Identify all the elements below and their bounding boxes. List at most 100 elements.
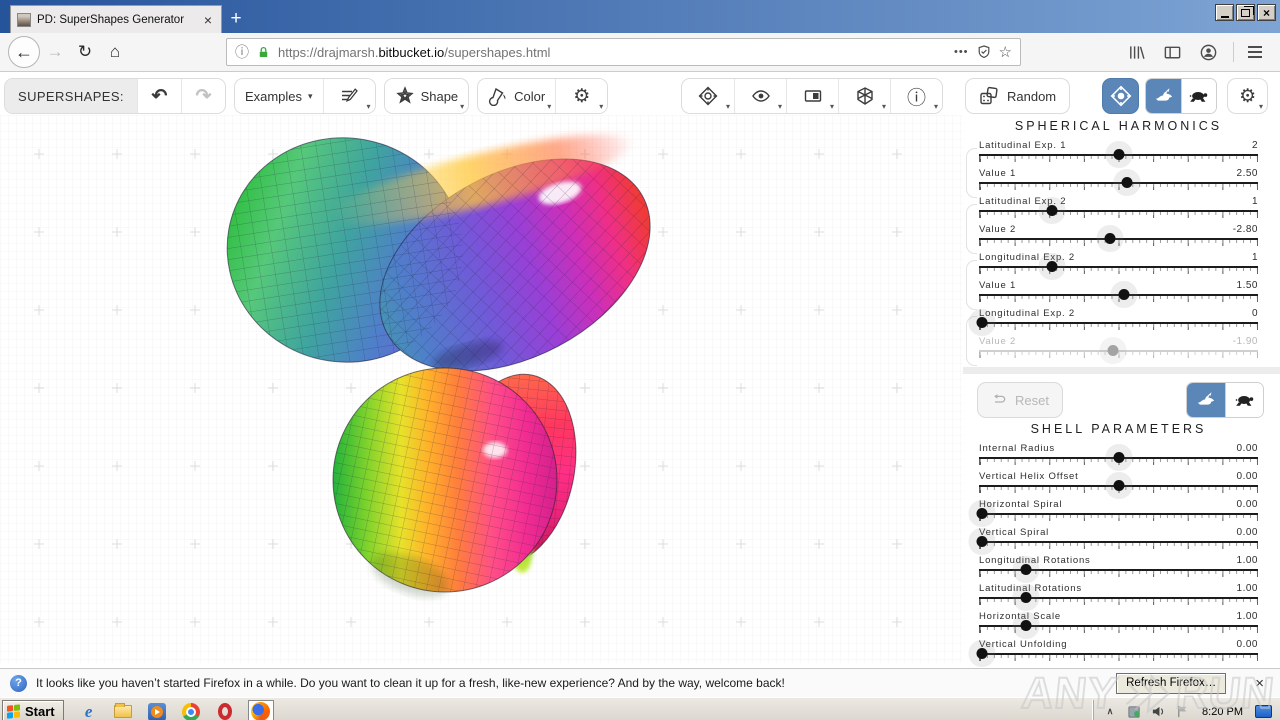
panel-settings-dropdown[interactable]: ⚙ ▾ [1227, 78, 1268, 114]
random-button[interactable]: Random [965, 78, 1071, 114]
shell-fast-rabbit-toggle[interactable] [1187, 383, 1225, 417]
slider-handle[interactable] [1113, 452, 1124, 463]
account-icon[interactable] [1197, 41, 1219, 63]
slider-track[interactable] [979, 261, 1258, 274]
bookmark-star-icon[interactable]: ☆ [999, 43, 1012, 61]
auto-rotate-toggle[interactable] [1102, 78, 1140, 114]
slider-handle[interactable] [1020, 592, 1032, 603]
slider-handle[interactable] [976, 317, 988, 328]
color-settings-dropdown[interactable]: ⚙ ▾ [555, 79, 608, 113]
slider-handle[interactable] [976, 536, 988, 547]
slider-row[interactable]: Value 2 -1.90 [979, 334, 1258, 362]
slider-row[interactable]: Latitudinal Exp. 1 2 [966, 138, 1258, 198]
taskbar-clock[interactable]: 8:20 PM [1198, 706, 1247, 718]
slider-handle[interactable] [1121, 177, 1133, 188]
forward-button[interactable]: → [40, 37, 70, 67]
restore-button[interactable] [1236, 4, 1255, 21]
visibility-dropdown[interactable]: ▾ [734, 79, 786, 113]
fast-rabbit-toggle[interactable] [1146, 79, 1182, 113]
slider-row[interactable]: Latitudinal Rotations 1.00 [979, 581, 1258, 609]
slider-row[interactable]: Value 1 1.50 [979, 278, 1258, 306]
slider-handle[interactable] [976, 508, 988, 519]
slider-handle[interactable] [1020, 620, 1032, 631]
slider-track[interactable] [979, 592, 1258, 605]
url-bar[interactable]: ⓘ https://drajmarsh.bitbucket.io/supersh… [226, 38, 1021, 66]
slider-track[interactable] [976, 536, 1258, 549]
slider-track[interactable] [979, 205, 1258, 218]
slider-track[interactable] [979, 564, 1258, 577]
reload-button[interactable]: ↻ [70, 37, 100, 67]
menu-hamburger-icon[interactable] [1248, 46, 1262, 58]
slider-row[interactable]: Value 1 2.50 [979, 166, 1258, 194]
home-button[interactable]: ⌂ [100, 37, 130, 67]
browser-tab[interactable]: PD: SuperShapes Generator × [10, 5, 222, 33]
slider-row[interactable]: Vertical Helix Offset 0.00 [979, 469, 1258, 497]
supershape-canvas[interactable] [0, 115, 963, 668]
minimize-button[interactable] [1215, 4, 1234, 21]
opera-icon[interactable] [214, 701, 236, 720]
slider-handle[interactable] [1113, 480, 1124, 491]
tray-flag-icon[interactable] [1174, 704, 1190, 720]
slider-handle[interactable] [1046, 261, 1058, 272]
slider-track[interactable] [979, 345, 1258, 358]
slider-track[interactable] [979, 289, 1258, 302]
sidebar-icon[interactable] [1161, 41, 1183, 63]
slider-row[interactable]: Internal Radius 0.00 [979, 441, 1258, 469]
tab-close-icon[interactable]: × [201, 12, 215, 28]
notification-close-icon[interactable]: × [1249, 675, 1270, 692]
slider-row[interactable]: Value 2 -2.80 [979, 222, 1258, 250]
display-mode-dropdown[interactable]: ▾ [786, 79, 838, 113]
slider-track[interactable] [979, 452, 1258, 465]
media-player-icon[interactable] [146, 701, 168, 720]
slider-row[interactable]: Latitudinal Exp. 2 1 [966, 194, 1258, 254]
shell-slow-turtle-toggle[interactable] [1225, 383, 1263, 417]
slider-handle[interactable] [1104, 233, 1116, 244]
folder-icon[interactable] [112, 701, 134, 720]
slider-track[interactable] [976, 648, 1258, 661]
edit-script-dropdown[interactable]: ▾ [322, 79, 375, 113]
slider-row[interactable]: Vertical Spiral 0.00 [976, 525, 1258, 553]
firefox-taskbar-button[interactable] [247, 699, 274, 720]
undo-button[interactable]: ↶ [136, 79, 181, 113]
slow-turtle-toggle[interactable] [1181, 79, 1217, 113]
page-info-icon[interactable]: ⓘ [235, 42, 249, 62]
chrome-icon[interactable] [180, 701, 202, 720]
slider-row[interactable]: Vertical Unfolding 0.00 [976, 637, 1258, 665]
slider-handle[interactable] [976, 648, 988, 659]
slider-track[interactable] [979, 149, 1258, 162]
tray-expand-icon[interactable]: ∧ [1102, 704, 1118, 720]
tray-display-icon[interactable] [1255, 705, 1272, 718]
slider-track[interactable] [976, 508, 1258, 521]
orientation-dropdown[interactable]: ▾ [682, 79, 734, 113]
slider-track[interactable] [979, 177, 1258, 190]
slider-track[interactable] [979, 233, 1258, 246]
refresh-firefox-button[interactable]: Refresh Firefox… [1116, 672, 1227, 694]
internet-explorer-icon[interactable]: e [78, 701, 100, 720]
back-button[interactable]: ← [8, 36, 40, 68]
tray-disk-icon[interactable] [1126, 704, 1142, 720]
slider-track[interactable] [979, 480, 1258, 493]
slider-handle[interactable] [1046, 205, 1058, 216]
info-dropdown[interactable]: ⓘ ▾ [890, 79, 942, 113]
slider-track[interactable] [979, 620, 1258, 633]
tray-volume-icon[interactable] [1150, 704, 1166, 720]
color-dropdown[interactable]: Color ▾ [478, 79, 556, 113]
slider-row[interactable]: Horizontal Spiral 0.00 [976, 497, 1258, 525]
slider-track[interactable] [976, 317, 1258, 330]
library-icon[interactable] [1125, 41, 1147, 63]
examples-dropdown[interactable]: Examples ▾ [234, 79, 323, 113]
slider-handle[interactable] [1118, 289, 1130, 300]
slider-handle[interactable] [1020, 564, 1032, 575]
slider-row[interactable]: Longitudinal Rotations 1.00 [979, 553, 1258, 581]
new-tab-button[interactable]: + [222, 5, 250, 33]
mesh-dropdown[interactable]: ▾ [838, 79, 890, 113]
slider-handle[interactable] [1113, 149, 1124, 160]
shape-dropdown[interactable]: Shape ▾ [384, 79, 469, 113]
slider-row[interactable]: Horizontal Scale 1.00 [979, 609, 1258, 637]
slider-row[interactable]: Longitudinal Exp. 2 1 [966, 250, 1258, 310]
redo-button[interactable]: ↷ [180, 79, 225, 113]
start-button[interactable]: Start [2, 699, 64, 720]
page-actions-icon[interactable]: ••• [954, 46, 969, 58]
slider-handle[interactable] [1107, 345, 1119, 356]
close-button[interactable]: × [1257, 4, 1276, 21]
